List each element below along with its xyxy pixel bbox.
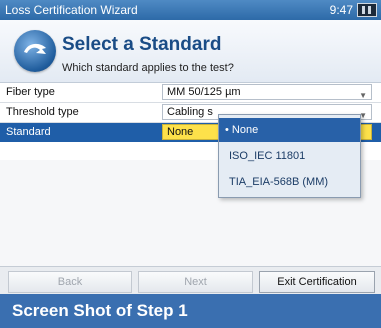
chevron-down-icon: ▼ [359, 91, 367, 100]
wizard-logo-icon [14, 30, 56, 72]
dropdown-option-tia-eia-568b[interactable]: TIA_EIA-568B (MM) [219, 170, 360, 194]
window-title: Loss Certification Wizard [5, 3, 138, 17]
wizard-header: Select a Standard Which standard applies… [0, 20, 381, 83]
standard-label: Standard [6, 126, 51, 138]
dropdown-option-iso-iec-11801[interactable]: ISO_IEC 11801 [219, 144, 360, 168]
page-title: Select a Standard [62, 34, 222, 55]
fiber-type-value: MM 50/125 µm [167, 86, 241, 98]
standard-dropdown-list[interactable]: • None ISO_IEC 11801 TIA_EIA-568B (MM) [218, 114, 361, 198]
fiber-type-label: Fiber type [6, 86, 55, 98]
clock: 9:47 [329, 3, 353, 17]
battery-icon [357, 3, 377, 17]
title-bar: Loss Certification Wizard 9:47 [0, 0, 381, 20]
exit-certification-button[interactable]: Exit Certification [259, 271, 375, 293]
button-bar: Back Next Exit Certification [0, 266, 381, 295]
next-button[interactable]: Next [138, 271, 253, 293]
dropdown-option-none[interactable]: • None [219, 118, 360, 142]
page-subtitle: Which standard applies to the test? [62, 62, 234, 74]
caption-band: Screen Shot of Step 1 [0, 294, 381, 328]
threshold-type-label: Threshold type [6, 106, 79, 118]
fiber-type-row: Fiber type MM 50/125 µm ▼ [0, 83, 381, 103]
standard-value: None [167, 126, 194, 138]
threshold-type-value: Cabling s [167, 106, 213, 118]
back-button[interactable]: Back [8, 271, 132, 293]
fiber-type-select[interactable]: MM 50/125 µm ▼ [162, 84, 372, 100]
